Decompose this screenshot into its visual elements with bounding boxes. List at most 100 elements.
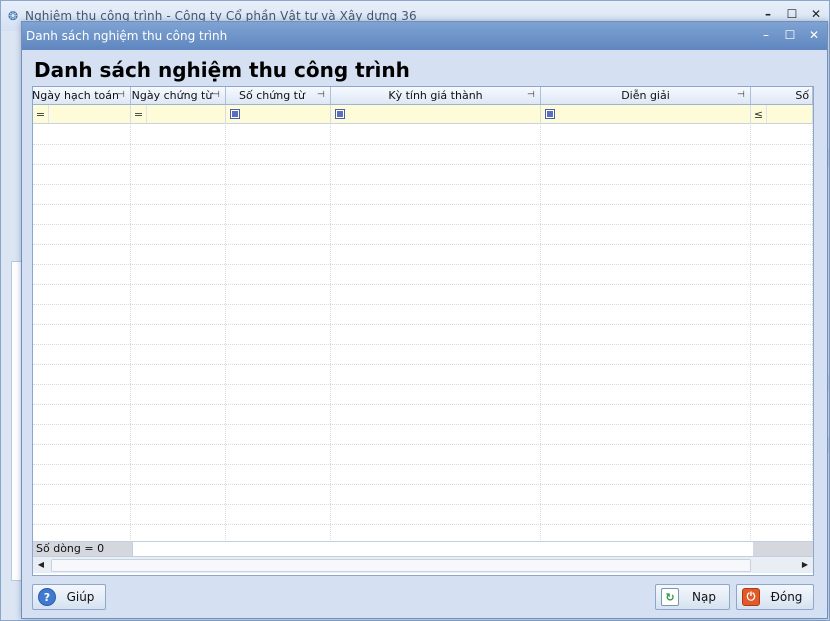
table-cell[interactable] [331,505,541,524]
table-row[interactable] [33,165,813,185]
scroll-thumb[interactable] [51,558,751,572]
table-cell[interactable] [33,365,131,384]
table-cell[interactable] [541,265,751,284]
table-cell[interactable] [331,305,541,324]
table-cell[interactable] [33,285,131,304]
table-cell[interactable] [33,485,131,504]
table-cell[interactable] [331,245,541,264]
table-cell[interactable] [331,145,541,164]
table-cell[interactable] [226,125,331,144]
table-row[interactable] [33,365,813,385]
table-cell[interactable] [226,145,331,164]
filter-ngay-hach-toan[interactable]: = [33,105,131,123]
table-cell[interactable] [131,225,226,244]
filter-so-tien[interactable]: ≤ [751,105,813,123]
table-cell[interactable] [331,365,541,384]
table-cell[interactable] [751,505,813,524]
filter-dien-giai[interactable] [541,105,751,123]
filter-operator[interactable]: ≤ [751,105,767,123]
table-row[interactable] [33,245,813,265]
dialog-minimize-icon[interactable]: – [759,28,773,42]
table-cell[interactable] [131,405,226,424]
table-cell[interactable] [33,425,131,444]
table-row[interactable] [33,185,813,205]
table-cell[interactable] [33,225,131,244]
table-cell[interactable] [751,485,813,504]
table-cell[interactable] [33,345,131,364]
table-cell[interactable] [226,325,331,344]
table-cell[interactable] [331,225,541,244]
table-cell[interactable] [751,165,813,184]
column-header-ky-tinh-gia-thanh[interactable]: Kỳ tính giá thành ⊣ [331,87,541,104]
reload-button[interactable]: ↻ Nạp [655,584,730,610]
table-cell[interactable] [226,485,331,504]
table-cell[interactable] [751,445,813,464]
table-cell[interactable] [541,505,751,524]
table-cell[interactable] [33,165,131,184]
filter-so-chung-tu[interactable] [226,105,331,123]
table-cell[interactable] [541,485,751,504]
filter-operator[interactable]: = [131,105,147,123]
table-cell[interactable] [33,445,131,464]
table-cell[interactable] [331,185,541,204]
table-cell[interactable] [33,205,131,224]
table-cell[interactable] [331,285,541,304]
table-cell[interactable] [331,485,541,504]
table-cell[interactable] [226,165,331,184]
table-cell[interactable] [226,405,331,424]
pin-icon[interactable]: ⊣ [737,90,747,100]
table-cell[interactable] [541,185,751,204]
table-cell[interactable] [33,405,131,424]
table-row[interactable] [33,485,813,505]
close-icon[interactable]: ✕ [809,7,823,21]
table-cell[interactable] [131,385,226,404]
table-cell[interactable] [331,425,541,444]
table-cell[interactable] [131,245,226,264]
table-row[interactable] [33,445,813,465]
filter-checkbox-icon[interactable] [545,109,555,119]
table-cell[interactable] [751,405,813,424]
table-cell[interactable] [131,445,226,464]
table-cell[interactable] [541,125,751,144]
table-row[interactable] [33,145,813,165]
table-cell[interactable] [131,505,226,524]
table-row[interactable] [33,125,813,145]
table-cell[interactable] [226,285,331,304]
column-header-dien-giai[interactable]: Diễn giải ⊣ [541,87,751,104]
column-header-ngay-chung-tu[interactable]: Ngày chứng từ ⊣ [131,87,226,104]
table-cell[interactable] [33,385,131,404]
table-cell[interactable] [33,265,131,284]
table-cell[interactable] [131,185,226,204]
table-cell[interactable] [131,145,226,164]
filter-ky-tinh-gia-thanh[interactable] [331,105,541,123]
scroll-track[interactable] [49,558,797,573]
table-row[interactable] [33,425,813,445]
table-cell[interactable] [33,465,131,484]
table-cell[interactable] [131,165,226,184]
table-cell[interactable] [541,245,751,264]
table-cell[interactable] [751,125,813,144]
dialog-maximize-icon[interactable]: ☐ [783,28,797,42]
filter-ngay-chung-tu[interactable]: = [131,105,226,123]
table-row[interactable] [33,285,813,305]
table-row[interactable] [33,405,813,425]
table-cell[interactable] [541,305,751,324]
table-cell[interactable] [33,325,131,344]
table-cell[interactable] [541,445,751,464]
table-cell[interactable] [131,425,226,444]
table-cell[interactable] [331,445,541,464]
table-cell[interactable] [541,205,751,224]
horizontal-scrollbar[interactable]: ◀ ▶ [33,556,813,573]
table-cell[interactable] [226,365,331,384]
table-cell[interactable] [331,385,541,404]
table-cell[interactable] [131,265,226,284]
table-cell[interactable] [33,145,131,164]
table-cell[interactable] [751,385,813,404]
scroll-right-icon[interactable]: ▶ [797,557,813,573]
table-cell[interactable] [541,325,751,344]
table-cell[interactable] [33,505,131,524]
table-row[interactable] [33,305,813,325]
table-cell[interactable] [226,185,331,204]
column-header-so-chung-tu[interactable]: Số chứng từ ⊣ [226,87,331,104]
table-cell[interactable] [33,185,131,204]
